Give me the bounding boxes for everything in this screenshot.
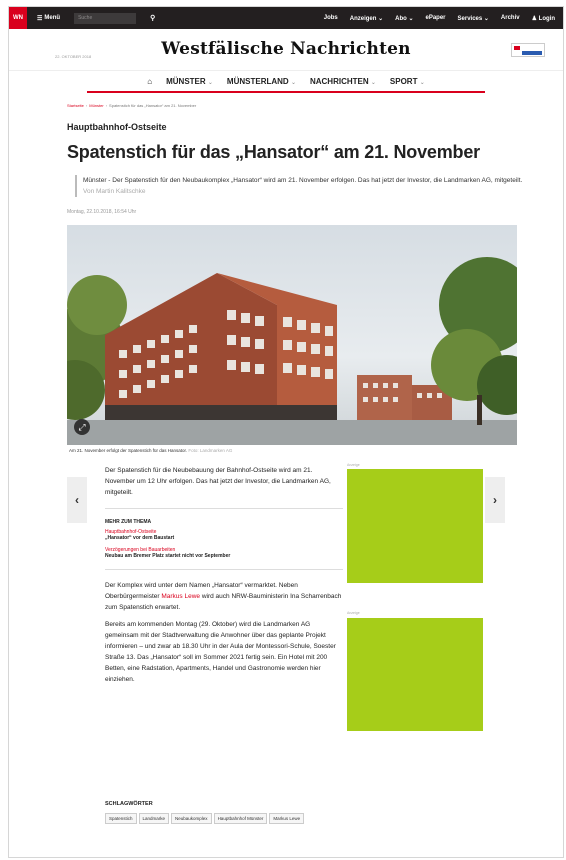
image-caption: Am 21. November erfolgt der Spatenstich … (69, 448, 563, 453)
edition-logo (511, 43, 545, 57)
author-link[interactable]: Von Martin Kalitschke (83, 188, 146, 195)
topnav-login[interactable]: ♟ Login (532, 15, 555, 22)
article-headline: Spatenstich für das „Hansator“ am 21. No… (67, 142, 480, 162)
article-body: ‹ › Der Spatenstich für die Neubebauung … (9, 463, 563, 843)
chevron-right-icon: › (493, 493, 497, 507)
ad-label-2: Anzeige (347, 611, 360, 615)
nav-nachrichten[interactable]: NACHRICHTEN ⌄ (310, 77, 376, 86)
topnav-abo[interactable]: Abo ⌄ (395, 15, 413, 22)
breadcrumb: Startseite › Münster › Spatenstich für das „… (67, 103, 197, 108)
prev-article-button[interactable]: ‹ (67, 477, 87, 523)
tag-item[interactable]: Neubaukomplex (171, 813, 212, 824)
tag-item[interactable]: Markus Lewe (269, 813, 305, 824)
person-link[interactable]: Markus Lewe (161, 593, 200, 600)
hamburger-icon: ☰ (37, 15, 43, 22)
tags-title: SCHLAGWÖRTER (105, 801, 153, 807)
lead-text: Münster - Der Spatenstich für den Neubau… (83, 177, 523, 184)
next-article-button[interactable]: › (485, 477, 505, 523)
related-link-1[interactable]: „Hansator“ vor dem Baustart (105, 535, 343, 541)
topnav-services[interactable]: Services ⌄ (458, 15, 489, 22)
tag-item[interactable]: Hauptbahnhof Münster (213, 813, 268, 824)
browser-page: WN ☰ Menü Suche ⚲ Jobs Anzeigen ⌄ Abo ⌄ … (8, 6, 564, 858)
paragraph-2: Der Komplex wird unter dem Namen „Hansat… (105, 582, 342, 611)
topnav-archiv[interactable]: Archiv (501, 15, 520, 22)
breadcrumb-muenster[interactable]: Münster (89, 103, 103, 108)
top-nav: Jobs Anzeigen ⌄ Abo ⌄ ePaper Services ⌄ … (324, 15, 563, 22)
article-lead: Münster - Der Spatenstich für den Neubau… (75, 175, 523, 197)
search-input[interactable]: Suche (74, 12, 137, 24)
topnav-anzeigen[interactable]: Anzeigen ⌄ (350, 15, 383, 22)
masthead: 22. OKTOBER 2018 Westfälische Nachrichte… (9, 29, 563, 71)
paragraph-1: Der Spatenstich für die Neubebauung der … (105, 467, 331, 496)
ad-banner-1[interactable] (347, 469, 483, 583)
ad-label-1: Anzeige (347, 463, 360, 467)
breadcrumb-home[interactable]: Startseite (67, 103, 84, 108)
top-bar: WN ☰ Menü Suche ⚲ Jobs Anzeigen ⌄ Abo ⌄ … (9, 7, 563, 29)
tags-section: SCHLAGWÖRTER Spatenstich Landmarke Neuba… (105, 801, 405, 824)
topnav-jobs[interactable]: Jobs (324, 15, 338, 22)
brand-logo[interactable]: Westfälische Nachrichten (9, 39, 563, 59)
article-kicker: Hauptbahnhof-Ostseite (67, 122, 167, 132)
divider (105, 569, 343, 570)
section-nav: ⌂ MÜNSTER ⌄ MÜNSTERLAND ⌄ NACHRICHTEN ⌄ … (87, 71, 485, 93)
nav-muensterland[interactable]: MÜNSTERLAND ⌄ (227, 77, 296, 86)
home-icon[interactable]: ⌂ (147, 77, 152, 86)
caption-credit: Foto: Landmarken AG (188, 448, 233, 453)
search-icon[interactable]: ⚲ (150, 14, 155, 22)
building-rendering (67, 257, 517, 445)
user-icon: ♟ (531, 15, 537, 22)
related-link-2[interactable]: Neubau am Bremer Platz startet nicht vor… (105, 553, 343, 559)
tag-item[interactable]: Landmarke (138, 813, 170, 824)
article-text-column: Der Spatenstich für die Neubebauung der … (105, 465, 343, 691)
nav-muenster[interactable]: MÜNSTER ⌄ (166, 77, 213, 86)
edition-badge[interactable] (492, 43, 545, 57)
ad-banner-2[interactable] (347, 618, 483, 731)
topnav-epaper[interactable]: ePaper (426, 15, 446, 22)
menu-button[interactable]: ☰ Menü (37, 15, 60, 22)
tag-item[interactable]: Spatenstich (105, 813, 137, 824)
nav-sport[interactable]: SPORT ⌄ (390, 77, 425, 86)
chevron-left-icon: ‹ (75, 493, 79, 507)
caption-text: Am 21. November erfolgt der Spatenstich … (69, 448, 188, 453)
divider (105, 508, 343, 509)
related-title: MEHR ZUM THEMA (105, 519, 152, 525)
menu-label: Menü (44, 15, 61, 21)
article-image[interactable]: ⤢ (67, 225, 517, 445)
tag-list: Spatenstich Landmarke Neubaukomplex Haup… (105, 813, 405, 824)
breadcrumb-current: Spatenstich für das „Hansator“ am 21. No… (109, 103, 197, 108)
paragraph-3: Bereits am kommenden Montag (29. Oktober… (105, 621, 336, 683)
expand-image-button[interactable]: ⤢ (74, 419, 90, 435)
wn-logo[interactable]: WN (9, 7, 27, 29)
publish-date: Montag, 22.10.2018, 16:54 Uhr (67, 209, 137, 215)
